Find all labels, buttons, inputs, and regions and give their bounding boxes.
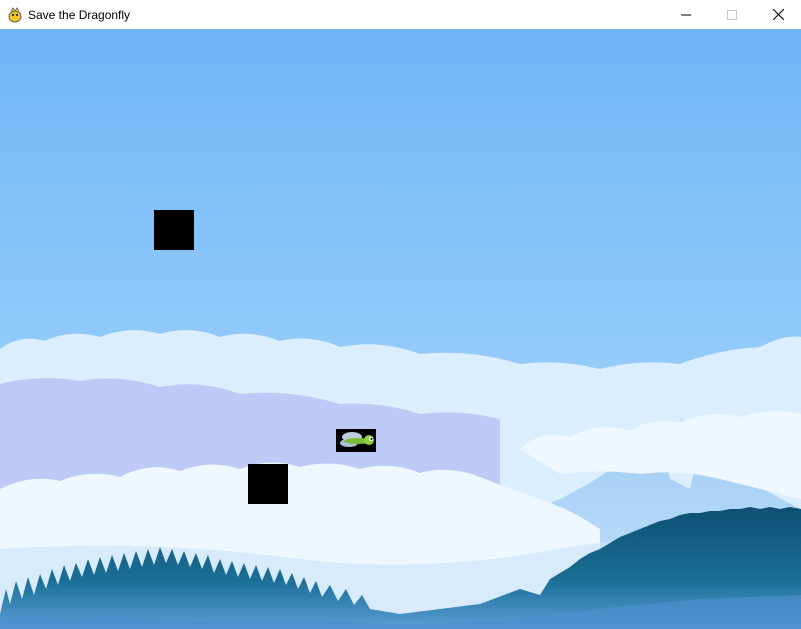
close-icon (772, 9, 784, 20)
window-title: Save the Dragonfly (28, 7, 131, 22)
sky-background (0, 29, 801, 629)
dragonfly-sprite (336, 429, 376, 452)
maximize-button[interactable] (709, 0, 755, 29)
close-button[interactable] (755, 0, 801, 29)
maximize-icon (727, 9, 737, 20)
minimize-icon (681, 14, 691, 15)
game-canvas[interactable] (0, 29, 801, 629)
obstacle-block (248, 464, 288, 504)
pygame-snake-icon (8, 6, 22, 22)
title-bar[interactable]: Save the Dragonfly (0, 0, 801, 29)
minimize-button[interactable] (663, 0, 709, 29)
obstacle-block (154, 210, 194, 250)
game-window: Save the Dragonfly (0, 0, 801, 629)
